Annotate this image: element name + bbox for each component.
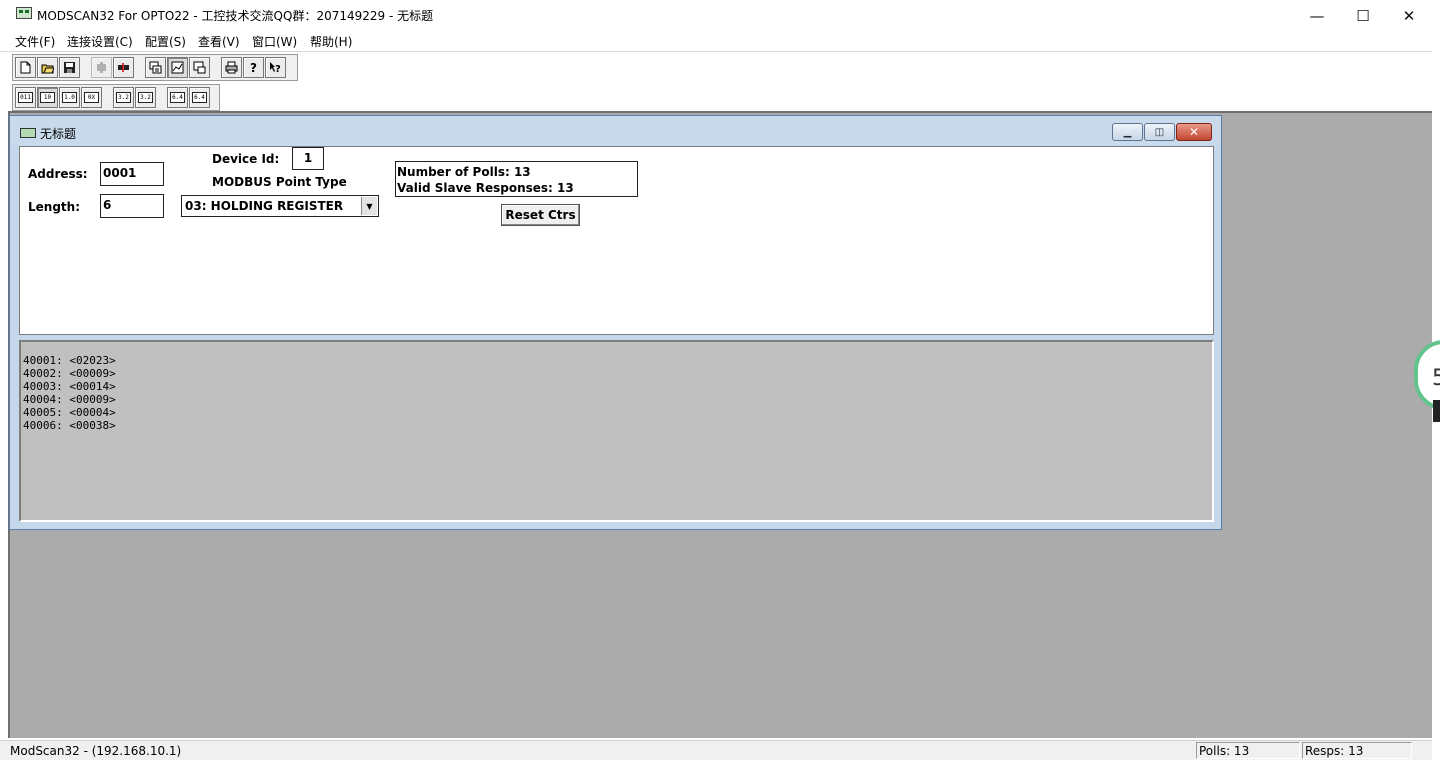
maximize-button[interactable]: ☐ (1340, 0, 1386, 31)
device-id-label: Device Id: (212, 152, 280, 166)
length-input[interactable]: 6 (100, 194, 164, 218)
menu-connection[interactable]: 连接设置(C) (67, 33, 133, 50)
menu-bar: 文件(F) 连接设置(C) 配置(S) 查看(V) 窗口(W) 帮助(H) (0, 31, 1440, 51)
integer-format-icon: 1.0 (62, 92, 77, 103)
new-file-button[interactable] (15, 57, 36, 78)
scan-window-close-button[interactable]: ✕ (1176, 123, 1212, 141)
register-row[interactable]: 40005: <00004> (23, 406, 116, 419)
connect-button[interactable] (91, 57, 112, 78)
reset-counters-button[interactable]: Reset Ctrs (501, 204, 580, 226)
decimal-format-button[interactable]: 10 (37, 87, 58, 108)
window-title: MODSCAN32 For OPTO22 - 工控技术交流QQ群：2071492… (37, 9, 434, 23)
status-bar: ModScan32 - (192.168.10.1) Polls: 13 Res… (0, 740, 1432, 760)
save-button[interactable] (59, 57, 80, 78)
device-id-input[interactable]: 1 (292, 147, 324, 170)
register-row[interactable]: 40006: <00038> (23, 419, 116, 432)
double-swapped-format-icon: 6.4 (192, 92, 207, 103)
print-button[interactable] (221, 57, 242, 78)
disconnect-icon (118, 63, 129, 72)
context-help-icon: ? (270, 62, 281, 74)
chevron-down-icon[interactable]: ▼ (361, 197, 377, 215)
point-type-label: MODBUS Point Type (212, 175, 347, 189)
open-folder-icon (41, 64, 54, 74)
print-icon (225, 61, 238, 74)
length-label: Length: (28, 200, 80, 214)
point-type-value: 03: HOLDING REGISTER (185, 199, 344, 213)
new-file-icon (20, 61, 31, 74)
float-format-button[interactable]: 3.2 (113, 87, 134, 108)
register-row[interactable]: 40003: <00014> (23, 380, 116, 393)
scan-window-icon (20, 128, 36, 138)
save-icon (64, 62, 75, 73)
scan-window-title: 无标题 (40, 127, 77, 141)
polls-count: Number of Polls: 13 (397, 165, 531, 179)
display-config-icon (149, 61, 162, 74)
scan-window: 无标题 ▁ ◫ ✕ Address: 0001 Length: 6 Device… (9, 115, 1222, 530)
minimize-button[interactable]: — (1294, 0, 1340, 31)
responses-count: Valid Slave Responses: 13 (397, 181, 574, 195)
format-toolbar: 011 10 1.0 0X 3.2 3.2 6.4 6.4 (12, 84, 220, 111)
hex-format-button[interactable]: 0X (81, 87, 102, 108)
scan-window-restore-button[interactable]: ◫ (1144, 123, 1175, 141)
register-list: 40001: <02023> 40002: <00009> 40003: <00… (23, 354, 116, 432)
connect-icon (97, 62, 106, 73)
point-type-select[interactable]: 03: HOLDING REGISTER ▼ (181, 195, 379, 217)
display-chart-button[interactable] (167, 57, 188, 78)
minimize-icon: ▁ (1123, 126, 1132, 138)
binary-format-button[interactable]: 011 (15, 87, 36, 108)
display-traffic-button[interactable] (189, 57, 210, 78)
binary-format-icon: 011 (18, 92, 33, 103)
app-icon (16, 7, 32, 19)
status-connection: ModScan32 - (192.168.10.1) (10, 744, 182, 758)
register-row[interactable]: 40002: <00009> (23, 367, 116, 380)
svg-text:?: ? (275, 64, 281, 74)
address-label: Address: (28, 167, 88, 181)
scan-window-minimize-button[interactable]: ▁ (1112, 123, 1143, 141)
double-format-icon: 6.4 (170, 92, 185, 103)
float-format-icon: 3.2 (116, 92, 131, 103)
menu-window[interactable]: 窗口(W) (252, 33, 297, 50)
decimal-format-icon: 10 (40, 92, 55, 103)
close-button[interactable]: ✕ (1386, 0, 1432, 31)
status-polls: Polls: 13 (1196, 742, 1300, 759)
display-config-button[interactable] (145, 57, 166, 78)
menu-view[interactable]: 查看(V) (198, 33, 240, 50)
open-button[interactable] (37, 57, 58, 78)
double-format-button[interactable]: 6.4 (167, 87, 188, 108)
status-resps: Resps: 13 (1302, 742, 1412, 759)
menu-setup[interactable]: 配置(S) (145, 33, 186, 50)
menu-file[interactable]: 文件(F) (15, 33, 55, 50)
display-traffic-icon (193, 61, 206, 74)
float-swapped-format-icon: 3.2 (138, 92, 153, 103)
title-bar: MODSCAN32 For OPTO22 - 工控技术交流QQ群：2071492… (0, 0, 1440, 31)
restore-icon: ◫ (1154, 126, 1165, 138)
poll-statistics-box: Number of Polls: 13 Valid Slave Response… (395, 161, 638, 197)
svg-text:?: ? (250, 61, 257, 74)
register-row[interactable]: 40001: <02023> (23, 354, 116, 367)
close-icon: ✕ (1188, 125, 1200, 139)
help-icon: ? (250, 61, 257, 74)
help-button[interactable]: ? (243, 57, 264, 78)
hex-format-icon: 0X (84, 92, 99, 103)
display-chart-icon (171, 61, 184, 74)
context-help-button[interactable]: ? (265, 57, 286, 78)
toolbar-area: ? ? 011 10 1.0 0X 3.2 3.2 6.4 6.4 (0, 51, 1432, 111)
register-row[interactable]: 40004: <00009> (23, 393, 116, 406)
desktop-edge-shadow (1433, 400, 1440, 422)
menu-help[interactable]: 帮助(H) (310, 33, 352, 50)
scan-window-titlebar[interactable]: 无标题 ▁ ◫ ✕ (10, 116, 1221, 145)
integer-format-button[interactable]: 1.0 (59, 87, 80, 108)
disconnect-button[interactable] (113, 57, 134, 78)
double-swapped-format-button[interactable]: 6.4 (189, 87, 210, 108)
address-input[interactable]: 0001 (100, 162, 164, 186)
float-swapped-format-button[interactable]: 3.2 (135, 87, 156, 108)
main-toolbar: ? ? (12, 54, 298, 81)
register-data-panel: 40001: <02023> 40002: <00009> 40003: <00… (19, 340, 1214, 522)
scan-settings-panel: Address: 0001 Length: 6 Device Id: 1 MOD… (19, 146, 1214, 335)
